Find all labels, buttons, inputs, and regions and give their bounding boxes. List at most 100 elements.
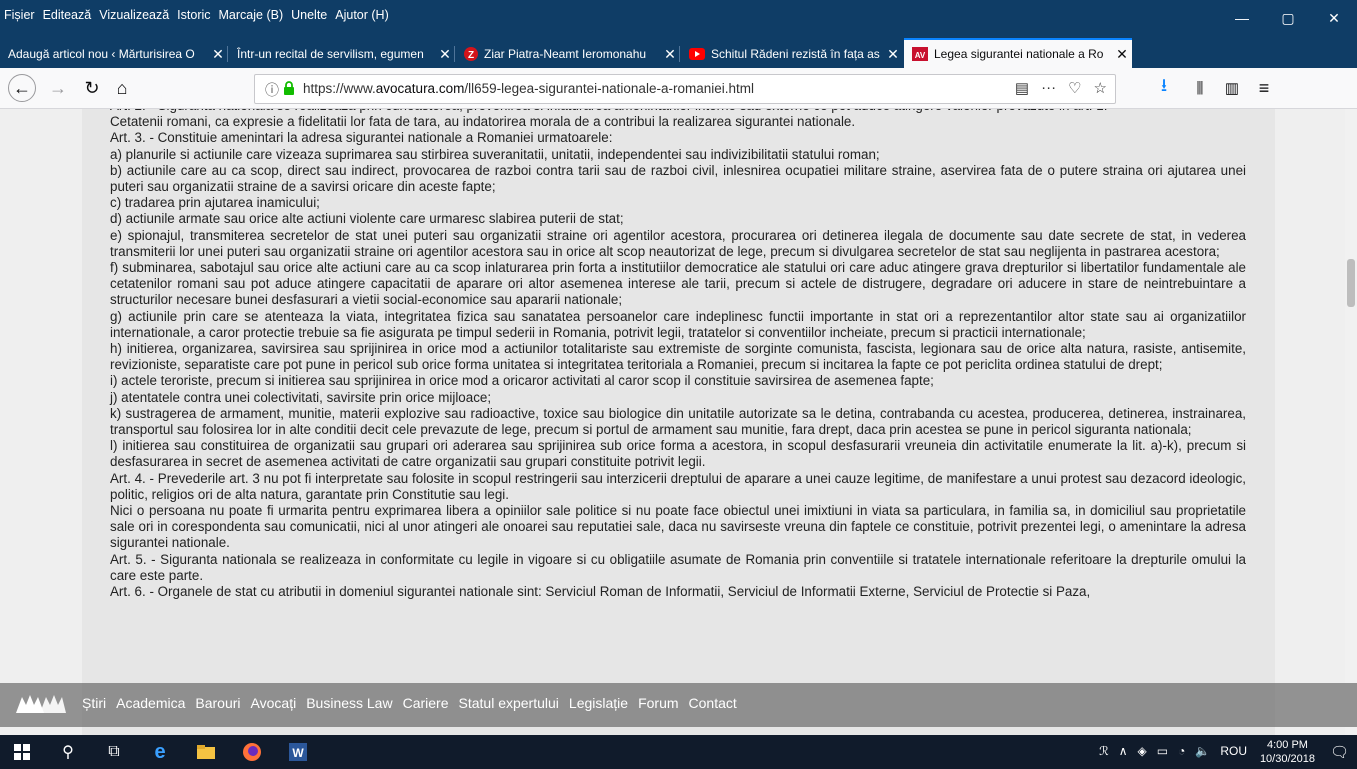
page-actions-icon[interactable]: ··· [1041,79,1056,97]
menu-item[interactable]: Ajutor (H) [335,8,388,30]
z-logo-icon: Z [464,47,478,61]
tab[interactable]: Adaugă articol nou ‹ Mărturisirea O ✕ [0,40,228,68]
url-actions: ▤ ··· ♡ ☆ [1015,79,1107,97]
menu-item[interactable]: Istoric [177,8,210,30]
site-nav-item[interactable]: Forum [638,695,678,711]
clock[interactable]: 4:00 PM 10/30/2018 [1260,738,1315,766]
network-icon[interactable]: ◈ [1138,744,1147,758]
lock-icon [284,81,294,95]
battery-icon[interactable]: ▭ [1157,744,1168,758]
article-paragraph: h) initierea, organizarea, savirsirea sa… [110,341,1246,373]
site-nav-item[interactable]: Contact [689,695,737,711]
scrollbar[interactable] [1345,109,1357,735]
article-paragraph: Art. 5. - Siguranta nationala se realize… [110,551,1246,583]
tab-title: Într-un recital de servilism, egumen [237,47,424,61]
tab-close-icon[interactable]: ✕ [208,46,228,63]
tab[interactable]: Schitul Rădeni rezistă în fața as ✕ [681,40,903,68]
tray-expand-icon[interactable]: ∧ [1119,744,1128,758]
article-paragraph: a) planurile si actiunile care vizeaza s… [110,146,880,162]
tab[interactable]: Într-un recital de servilism, egumen ✕ [229,40,455,68]
edge-icon[interactable]: e [140,735,180,769]
forward-button[interactable]: → [44,74,72,102]
site-nav-item[interactable]: Academica [116,695,185,711]
article-paragraph: e) spionajul, transmiterea secretelor de… [110,227,1246,259]
tab[interactable]: Z Ziar Piatra-Neamt Ieromonahu ✕ [456,40,680,68]
site-nav-item[interactable]: Legislație [569,695,628,711]
minimize-button[interactable]: — [1219,6,1265,30]
search-icon[interactable]: ⚲ [48,735,88,769]
hamburger-menu-icon[interactable]: ≡ [1250,74,1278,102]
menu-item[interactable]: Fișier [4,8,35,30]
sidebar-icon[interactable]: ▥ [1218,74,1246,102]
pocket-icon[interactable]: ♡ [1068,79,1081,97]
tab-separator [679,46,680,62]
article-paragraph: l) initierea sau constituirea de organiz… [110,438,1246,470]
menu-bar: Fișier Editează Vizualizează Istoric Marcaje… [0,8,389,30]
windows-start-icon[interactable] [2,735,42,769]
menu-item[interactable]: Editează [43,8,92,30]
library-icon[interactable]: ⫼ [1186,74,1214,102]
menu-item[interactable]: Vizualizează [99,8,169,30]
article-paragraph: g) actiunile prin care se atenteaza la v… [110,308,1246,340]
download-icon[interactable]: ⭳ [1150,74,1178,102]
article-paragraph: Cetatenii romani, ca expresie a fidelita… [110,114,856,130]
article-paragraph: Nici o persoana nu poate fi urmarita pen… [110,503,1246,551]
volume-icon[interactable]: 🔈 [1195,744,1210,758]
title-bar: Fișier Editează Vizualizează Istoric Marcaje… [0,0,1357,38]
site-nav-item[interactable]: Statul expertului [459,695,559,711]
tab-separator [227,46,228,62]
tab-close-icon[interactable]: ✕ [1112,46,1132,63]
task-view-icon[interactable]: ⧉ [94,735,134,769]
scrollbar-thumb[interactable] [1347,259,1355,307]
article-body: Art. 2. - Siguranta nationala se realize… [110,109,1246,600]
close-window-button[interactable]: ✕ [1311,6,1357,30]
page-viewport: Art. 2. - Siguranta nationala se realize… [0,109,1357,735]
menu-item[interactable]: Unelte [291,8,327,30]
url-text: https://www.avocatura.com/ll659-legea-si… [303,81,754,96]
home-icon[interactable]: ⌂ [108,74,136,102]
site-logo-icon[interactable] [14,691,66,717]
reload-button[interactable]: ↻ [78,74,106,102]
youtube-icon [689,48,705,60]
tab-strip: Adaugă articol nou ‹ Mărturisirea O ✕ În… [0,38,1357,100]
url-bar[interactable]: ⓘ https://www.avocatura.com/ll659-legea-… [254,74,1116,104]
article-paragraph: b) actiunile care au ca scop, direct sau… [110,162,1246,195]
taskbar: ⚲ ⧉ e W ℛ ∧ ◈ ▭ ◔ 🔈 ROU 4:00 PM 10/30/20… [0,735,1357,769]
article-paragraph: Art. 3. - Constituie amenintari la adres… [110,130,613,146]
site-nav-item[interactable]: Business Law [306,695,392,711]
tab-close-icon[interactable]: ✕ [660,46,680,63]
article-paragraph: d) actiunile armate sau orice alte actiu… [110,211,624,227]
bookmark-star-icon[interactable]: ☆ [1094,79,1107,97]
firefox-icon[interactable] [232,735,272,769]
tab-active[interactable]: AV Legea sigurantei nationale a Ro ✕ [904,38,1132,68]
menu-item[interactable]: Marcaje (B) [219,8,284,30]
notification-center-icon[interactable]: 🗨 [1330,743,1349,761]
site-nav-item[interactable]: Avocați [251,695,297,711]
site-nav-item[interactable]: Barouri [195,695,240,711]
clock-date: 10/30/2018 [1259,753,1315,765]
tab-title: Schitul Rădeni rezistă în fața as [711,47,880,61]
tab-close-icon[interactable]: ✕ [883,46,903,63]
tab-title: Adaugă articol nou ‹ Mărturisirea O [8,47,195,61]
reader-view-icon[interactable]: ▤ [1015,79,1029,97]
wifi-icon[interactable]: ◔ [1178,744,1185,758]
article-paragraph: i) actele teroriste, precum si initierea… [110,373,934,389]
people-icon[interactable]: ℛ [1099,744,1109,758]
info-icon[interactable]: ⓘ [265,80,279,100]
clock-time: 4:00 PM [1266,739,1308,751]
site-nav-list: Știri Academica Barouri Avocați Business Law… [82,695,737,711]
svg-text:Z: Z [468,50,474,61]
tab-close-icon[interactable]: ✕ [435,46,455,63]
article-paragraph: Art. 4. - Prevederile art. 3 nu pot fi i… [110,470,1246,502]
url-path: /ll659-legea-sigurantei-nationale-a-roma… [464,81,754,96]
site-nav-item[interactable]: Știri [82,695,106,711]
back-button[interactable]: ← [8,74,36,102]
language-indicator[interactable]: ROU [1220,744,1247,758]
file-explorer-icon[interactable] [186,735,226,769]
site-nav-item[interactable]: Cariere [403,695,449,711]
tab-title: Legea sigurantei nationale a Ro [934,47,1104,61]
svg-text:AV: AV [915,51,926,60]
restore-button[interactable]: ▢ [1265,6,1311,30]
article-paragraph: j) atentatele contra unei colectivitati,… [110,389,492,405]
word-icon[interactable]: W [278,735,318,769]
